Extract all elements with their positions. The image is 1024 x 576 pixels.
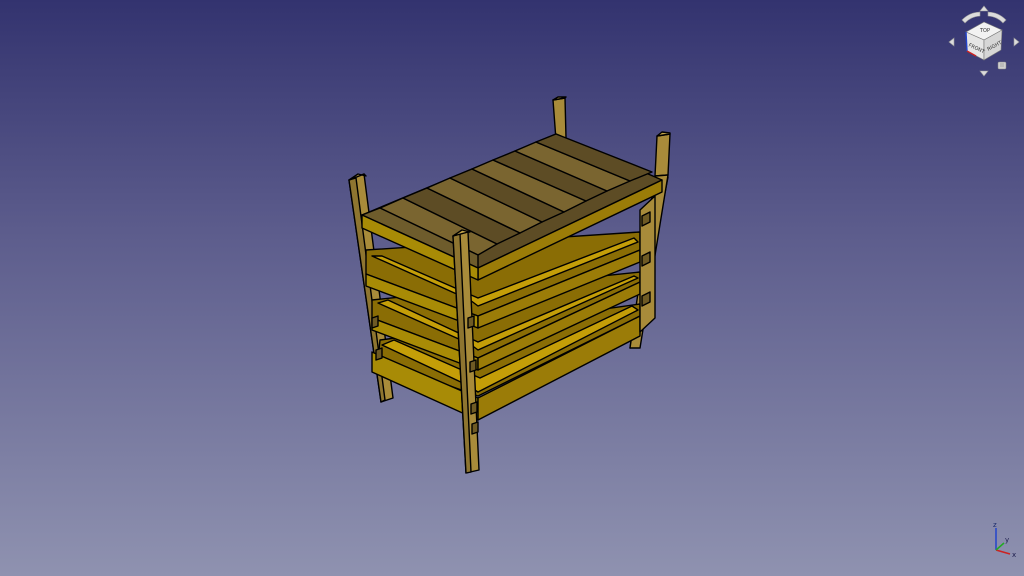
back-right-leg[interactable] bbox=[654, 133, 671, 177]
view-menu-icon[interactable] bbox=[997, 61, 1007, 70]
y-axis-line bbox=[995, 542, 1005, 551]
navcube-top-label: TOP bbox=[979, 28, 990, 34]
rotate-left-icon[interactable] bbox=[961, 11, 981, 24]
navigation-cube[interactable]: TOP FRONT RIGHT bbox=[946, 4, 1022, 80]
rotate-right-icon[interactable] bbox=[987, 11, 1007, 24]
shelf-model[interactable] bbox=[0, 0, 1024, 576]
arrow-down-icon[interactable] bbox=[979, 70, 989, 77]
arrow-up-icon[interactable] bbox=[979, 5, 989, 12]
arrow-left-icon[interactable] bbox=[948, 37, 955, 47]
arrow-right-icon[interactable] bbox=[1013, 37, 1020, 47]
3d-viewport[interactable]: TOP FRONT RIGHT z x y bbox=[0, 0, 1024, 576]
navcube-z-edge bbox=[965, 31, 968, 52]
z-axis-label: z bbox=[993, 521, 997, 529]
y-axis-label: y bbox=[1005, 536, 1009, 544]
axis-cross: z x y bbox=[993, 521, 1016, 559]
x-axis-label: x bbox=[1012, 551, 1016, 559]
x-axis-line bbox=[995, 549, 1011, 555]
